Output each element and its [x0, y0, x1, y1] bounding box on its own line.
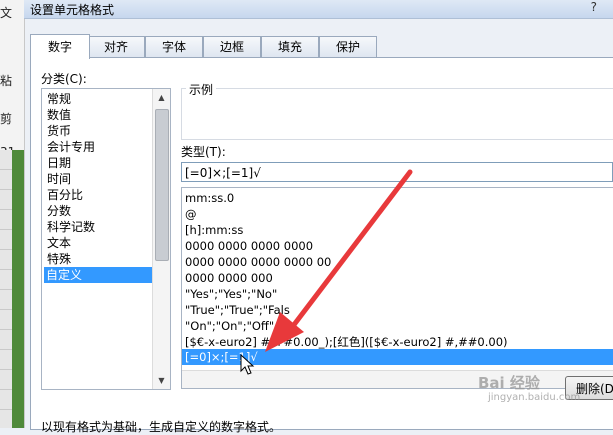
mouse-cursor-icon — [240, 354, 255, 375]
annotation-arrow-icon — [265, 169, 413, 352]
tab-number[interactable]: 数字 — [30, 34, 90, 59]
